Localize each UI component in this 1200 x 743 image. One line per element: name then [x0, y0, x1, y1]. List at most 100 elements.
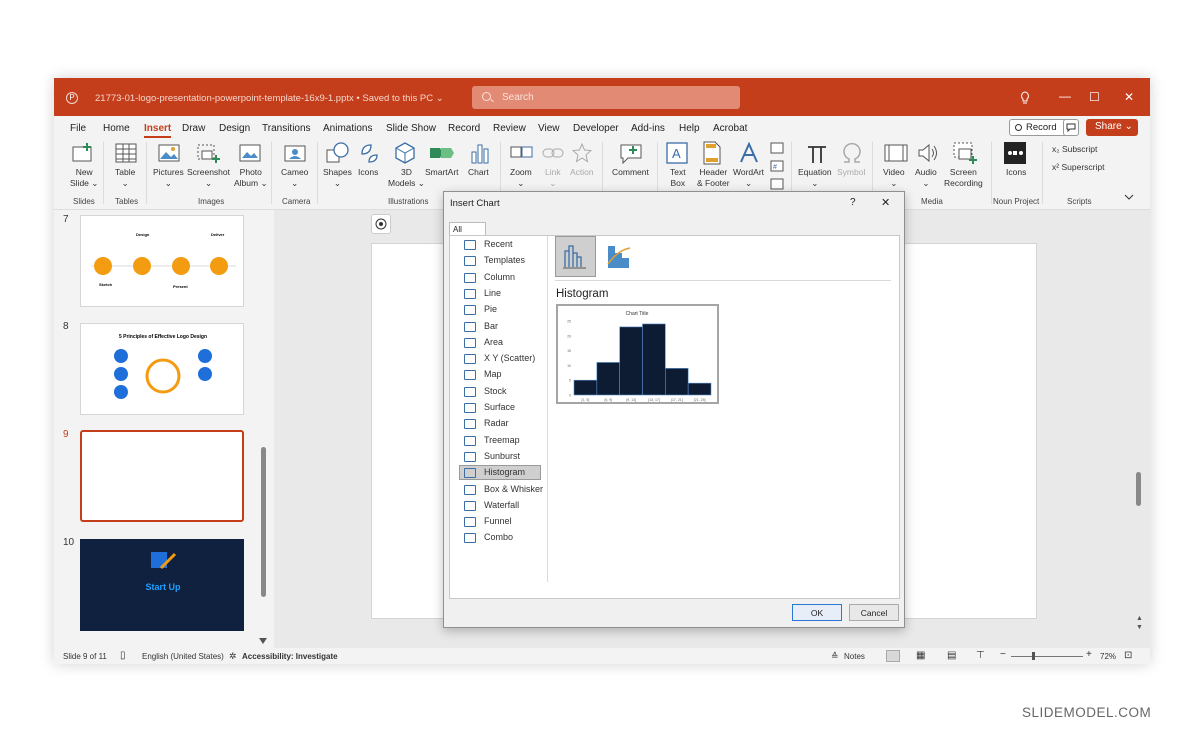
notes-button[interactable]: Notes: [844, 652, 865, 661]
chart-type-x-y-scatter-[interactable]: X Y (Scatter): [484, 353, 535, 363]
table-button[interactable]: Table ⌄: [115, 167, 135, 189]
document-title[interactable]: 21773-01-logo-presentation-powerpoint-te…: [95, 93, 444, 104]
menu-help[interactable]: Help: [679, 123, 700, 134]
zoom-out-icon[interactable]: −: [1000, 649, 1006, 660]
chart-type-waterfall[interactable]: Waterfall: [484, 500, 519, 510]
slide-thumbnail-9-selected[interactable]: [80, 430, 244, 522]
maximize-icon[interactable]: ☐: [1089, 90, 1100, 104]
minimize-icon[interactable]: —: [1059, 89, 1071, 103]
menu-slide-show[interactable]: Slide Show: [386, 123, 436, 134]
chart-type-bar[interactable]: Bar: [484, 321, 498, 331]
chart-type-funnel[interactable]: Funnel: [484, 516, 512, 526]
comment-button[interactable]: Comment: [612, 167, 649, 178]
chart-type-surface[interactable]: Surface: [484, 402, 515, 412]
chart-type-combo[interactable]: Combo: [484, 532, 513, 542]
menu-view[interactable]: View: [538, 123, 560, 134]
tab-all-charts[interactable]: All Charts: [449, 222, 486, 243]
cancel-button[interactable]: Cancel: [849, 604, 899, 621]
accessibility-status[interactable]: Accessibility: Investigate: [242, 652, 338, 661]
menu-acrobat[interactable]: Acrobat: [713, 123, 747, 134]
superscript-button[interactable]: x² Superscript: [1052, 162, 1104, 173]
photo-album-button[interactable]: Photo Album ⌄: [234, 167, 268, 189]
close-icon[interactable]: ✕: [1124, 90, 1134, 104]
chart-type-map[interactable]: Map: [484, 369, 502, 379]
zoom-in-icon[interactable]: +: [1086, 649, 1092, 660]
slide-number-icon[interactable]: #: [770, 160, 784, 172]
screen-recording-button[interactable]: Screen Recording: [944, 167, 983, 189]
menu-draw[interactable]: Draw: [182, 123, 205, 134]
menu-review[interactable]: Review: [493, 123, 526, 134]
normal-view-icon[interactable]: [886, 650, 900, 662]
chart-type-recent[interactable]: Recent: [484, 239, 513, 249]
chart-preview[interactable]: Chart Title 0 5 10 15 20 25 [1, 5] (5, 9] (9, 1…: [556, 304, 719, 404]
smartart-button[interactable]: SmartArt: [425, 167, 459, 178]
chart-type-column[interactable]: Column: [484, 272, 515, 282]
chart-type-pie[interactable]: Pie: [484, 304, 497, 314]
lightbulb-icon[interactable]: [1020, 91, 1030, 104]
chart-type-templates[interactable]: Templates: [484, 255, 525, 265]
menu-design[interactable]: Design: [219, 123, 250, 134]
share-button[interactable]: Share ⌄: [1086, 119, 1138, 136]
fit-to-window-icon[interactable]: ⊡: [1124, 650, 1132, 661]
pictures-button[interactable]: Pictures ⌄: [153, 167, 184, 189]
language-status[interactable]: English (United States): [142, 652, 224, 661]
object-icon[interactable]: [770, 178, 784, 190]
menu-developer[interactable]: Developer: [573, 123, 619, 134]
histogram-subtype-button[interactable]: [555, 236, 596, 277]
canvas-scrollbar[interactable]: [1136, 472, 1141, 506]
spell-check-icon[interactable]: ▯: [120, 650, 126, 661]
menu-home[interactable]: Home: [103, 123, 130, 134]
ok-button[interactable]: OK: [792, 604, 842, 621]
cameo-button[interactable]: Cameo ⌄: [281, 167, 308, 189]
menu-transitions[interactable]: Transitions: [262, 123, 311, 134]
slide-thumbnail-10[interactable]: Start Up: [80, 539, 244, 631]
chart-type-box-whisker[interactable]: Box & Whisker: [484, 484, 543, 494]
chart-type-radar[interactable]: Radar: [484, 418, 509, 428]
search-box[interactable]: Search: [472, 86, 740, 109]
zoom-level[interactable]: 72%: [1100, 652, 1116, 661]
text-box-button[interactable]: Text Box: [670, 167, 686, 189]
help-button[interactable]: ?: [850, 197, 856, 208]
menu-file[interactable]: File: [70, 123, 86, 134]
comments-button[interactable]: [1063, 119, 1079, 136]
new-slide-button[interactable]: New Slide ⌄: [70, 167, 98, 189]
zoom-button[interactable]: Zoom ⌄: [510, 167, 532, 189]
thumbnail-scrollbar[interactable]: [261, 447, 266, 597]
slide-thumbnail-7[interactable]: Design Deliver Sketch Present: [80, 215, 244, 307]
slide-thumbnail-8[interactable]: 5 Principles of Effective Logo Design: [80, 323, 244, 415]
menu-animations[interactable]: Animations: [323, 123, 372, 134]
chart-type-sunburst[interactable]: Sunburst: [484, 451, 520, 461]
designer-button[interactable]: [371, 214, 391, 234]
chart-type-treemap[interactable]: Treemap: [484, 435, 520, 445]
zoom-slider-thumb[interactable]: [1032, 652, 1035, 660]
next-slide-icon[interactable]: ▼: [1136, 624, 1143, 631]
slide-sorter-icon[interactable]: ▦: [916, 650, 925, 661]
pareto-subtype-button[interactable]: [602, 238, 640, 276]
menu-insert[interactable]: Insert: [144, 123, 172, 138]
audio-button[interactable]: Audio ⌄: [915, 167, 937, 189]
zoom-slider[interactable]: [1011, 656, 1083, 657]
scroll-down-arrow-icon[interactable]: [259, 638, 267, 644]
header-footer-button[interactable]: Header & Footer: [697, 167, 730, 189]
3d-models-button[interactable]: 3D Models ⌄: [388, 167, 425, 189]
chart-type-histogram[interactable]: Histogram: [484, 467, 525, 477]
slide-show-icon[interactable]: ⊤: [976, 650, 985, 661]
wordart-button[interactable]: WordArt ⌄: [733, 167, 764, 189]
equation-button[interactable]: Equation ⌄: [798, 167, 832, 189]
screenshot-button[interactable]: Screenshot ⌄: [187, 167, 230, 189]
icons-button[interactable]: Icons: [358, 167, 378, 178]
chart-type-stock[interactable]: Stock: [484, 386, 507, 396]
shapes-button[interactable]: Shapes ⌄: [323, 167, 352, 189]
subscript-button[interactable]: x₂ Subscript: [1052, 144, 1097, 155]
dialog-close-icon[interactable]: ✕: [881, 196, 890, 209]
chart-type-area[interactable]: Area: [484, 337, 503, 347]
video-button[interactable]: Video ⌄: [883, 167, 905, 189]
prev-slide-icon[interactable]: ▲: [1136, 615, 1143, 622]
menu-add-ins[interactable]: Add-ins: [631, 123, 665, 134]
chart-button[interactable]: Chart: [468, 167, 489, 178]
collapse-ribbon-icon[interactable]: [1124, 194, 1134, 202]
reading-view-icon[interactable]: ▤: [947, 650, 956, 661]
menu-record[interactable]: Record: [448, 123, 480, 134]
record-button[interactable]: Record: [1009, 119, 1070, 136]
chart-type-line[interactable]: Line: [484, 288, 501, 298]
